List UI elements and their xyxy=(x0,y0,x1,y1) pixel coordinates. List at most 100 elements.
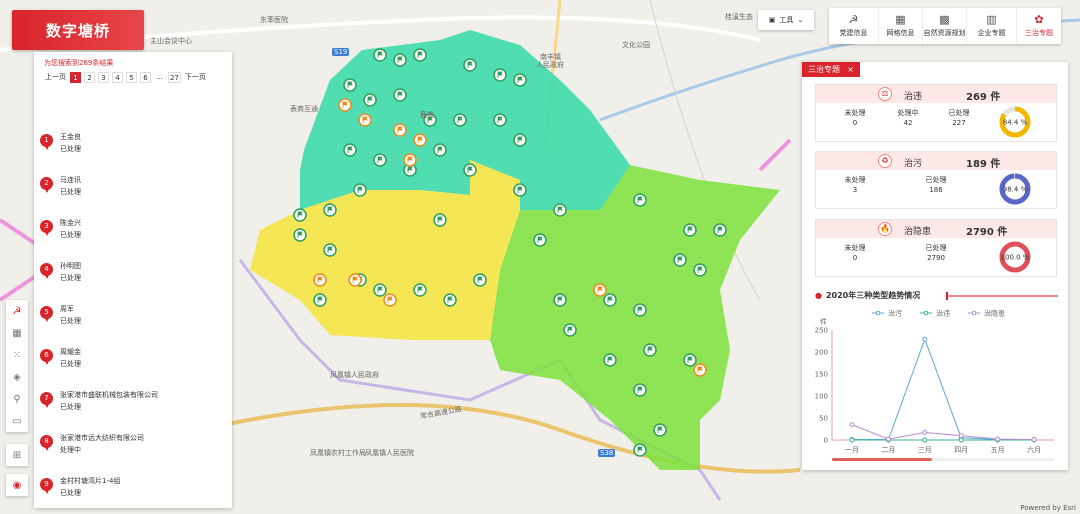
list-item[interactable]: 6 周耀金 已处理 xyxy=(40,345,226,388)
x-tick-label: 四月 xyxy=(954,446,968,454)
result-name: 周耀金 xyxy=(60,348,81,356)
highway-shield: S38 xyxy=(598,449,616,457)
map-pin-icon: 2 xyxy=(40,177,54,195)
tools-dropdown[interactable]: ▣ 工具 ⌄ xyxy=(758,10,814,30)
list-item[interactable]: 1 王金良已处理 xyxy=(40,130,226,173)
page-button[interactable]: 3 xyxy=(98,72,109,83)
map-pin-icon: 7 xyxy=(40,392,54,410)
legend-marker xyxy=(923,310,929,316)
nav-three-governance[interactable]: ✿ 三治专题 xyxy=(1017,8,1061,44)
results-summary: 为您搜索到269条结果 xyxy=(44,59,114,67)
result-name: 王金良 xyxy=(60,133,81,141)
result-name: 周军 xyxy=(60,305,74,313)
data-point xyxy=(958,433,964,439)
stat-sub: 已处理 2790 xyxy=(925,244,947,262)
list-item[interactable]: 4 孙明图 已处理 xyxy=(40,259,226,302)
nav-enterprise[interactable]: ▥ 企业专题 xyxy=(967,8,1017,44)
result-status: 已处理 xyxy=(60,317,81,325)
prev-page-button[interactable]: 上一页 xyxy=(44,72,67,83)
nav-grid-info[interactable]: ▦ 网格信息 xyxy=(879,8,923,44)
y-tick-label: 50 xyxy=(819,415,828,423)
violation-icon: ⚖ xyxy=(878,87,892,101)
bus-icon[interactable]: ▭ xyxy=(6,410,28,432)
list-item[interactable]: 8 张家港市远大纺织有限公司 处理中 xyxy=(40,431,226,474)
stat-sub: 未处理 0 xyxy=(844,109,866,127)
nav-party-info[interactable]: ☭ 党建信息 xyxy=(829,8,879,44)
data-point xyxy=(922,430,928,436)
panel-tab[interactable]: 三治专题 × xyxy=(802,62,860,77)
page-button[interactable]: 4 xyxy=(112,72,123,83)
chart-scroll-thumb xyxy=(832,458,932,461)
progress-ring: 84.4 % xyxy=(999,106,1031,138)
map-label: 表商互通 xyxy=(290,105,318,113)
party-tool-icon[interactable]: ☭ xyxy=(6,300,28,322)
map-pin-icon: 5 xyxy=(40,306,54,324)
three-governance-icon: ✿ xyxy=(1034,13,1044,26)
result-name: 张家港市盛联机械包装有限公司 xyxy=(60,391,158,399)
list-item[interactable]: 2 马连讯 已处理 xyxy=(40,173,226,216)
map-pin-icon: 1 xyxy=(40,134,54,152)
stat-total: 189 件 xyxy=(966,159,1001,170)
stat-sub: 处理中 42 xyxy=(897,109,919,127)
list-item[interactable]: 9 金村村塘湾片1-4组 已处理 xyxy=(40,474,226,514)
stat-sub: 未处理 0 xyxy=(844,244,866,262)
result-status: 已处理 xyxy=(60,403,81,411)
location-icon[interactable]: ⚲ xyxy=(6,388,28,410)
map-label: 文化公园 xyxy=(622,41,650,49)
map-label: 凤凰镇人民医院 xyxy=(365,449,414,457)
layers-icon[interactable]: ◈ xyxy=(6,366,28,388)
pagination: 上一页 1 2 3 4 5 6 ... 27 下一页 xyxy=(44,72,207,83)
x-tick-label: 二月 xyxy=(881,446,895,454)
ring-label: 100.0 % xyxy=(1001,254,1030,262)
series-line xyxy=(851,424,1035,441)
result-status: 已处理 xyxy=(60,145,81,153)
y-tick-label: 250 xyxy=(815,327,828,335)
stat-sub: 已处理 227 xyxy=(948,109,970,127)
list-item[interactable]: 7 张家港市盛联机械包装有限公司 已处理 xyxy=(40,388,226,431)
progress-ring: 100.0 % xyxy=(999,241,1031,273)
y-axis-label: 件 xyxy=(820,317,827,326)
ring-label: 84.4 % xyxy=(1003,119,1028,127)
result-status: 已处理 xyxy=(60,274,81,282)
data-point xyxy=(849,437,855,443)
stat-name: 治污 xyxy=(904,159,923,169)
stat-total: 269 件 xyxy=(966,92,1001,103)
result-status: 已处理 xyxy=(60,360,81,368)
result-name: 马连讯 xyxy=(60,176,81,184)
enterprise-icon: ▥ xyxy=(986,13,997,26)
dots-grid-icon[interactable]: ⁙ xyxy=(6,344,28,366)
nav-label: 自然资源规划 xyxy=(923,29,966,37)
fullscreen-icon[interactable]: ⊞ xyxy=(6,444,28,466)
page-button[interactable]: 2 xyxy=(84,72,95,83)
page-button[interactable]: 27 xyxy=(168,72,181,83)
map-pin-icon: 4 xyxy=(40,263,54,281)
result-status: 已处理 xyxy=(60,489,81,497)
result-name: 张家港市远大纺织有限公司 xyxy=(60,434,144,442)
result-name: 金村村塘湾片1-4组 xyxy=(60,477,121,485)
nav-label: 企业专题 xyxy=(977,29,1006,37)
nav-label: 网格信息 xyxy=(886,29,915,37)
stat-sub: 未处理 3 xyxy=(844,176,866,194)
nav-label: 党建信息 xyxy=(839,29,868,37)
stat-card-violation: ⚖ 治违 269 件 未处理 0 处理中 42 已处理 227 84.4 % xyxy=(815,84,1057,142)
nav-natural-resources[interactable]: ▩ 自然资源规划 xyxy=(923,8,967,44)
result-status: 处理中 xyxy=(60,446,81,454)
map-label: 鹿苑 xyxy=(420,111,434,119)
grid-tool-icon[interactable]: ▦ xyxy=(6,322,28,344)
page-button[interactable]: 5 xyxy=(126,72,137,83)
map-tool-strip: ☭ ▦ ⁙ ◈ ⚲ ▭ xyxy=(6,300,28,432)
list-item[interactable]: 3 陈金兴 已处理 xyxy=(40,216,226,259)
data-point xyxy=(995,436,1001,442)
next-page-button[interactable]: 下一页 xyxy=(184,72,207,83)
list-item[interactable]: 5 周军已处理 xyxy=(40,302,226,345)
globe-icon[interactable]: ◉ xyxy=(6,474,28,496)
page-button[interactable]: 6 xyxy=(140,72,151,83)
tools-label: 工具 xyxy=(779,16,794,24)
result-status: 已处理 xyxy=(60,231,81,239)
page-button[interactable]: 1 xyxy=(70,72,81,83)
map-label: 凤凰镇人民政府 xyxy=(330,371,379,379)
close-icon[interactable]: × xyxy=(847,62,854,77)
data-point xyxy=(958,437,964,443)
search-results-panel: 为您搜索到269条结果 上一页 1 2 3 4 5 6 ... 27 下一页 1… xyxy=(34,52,232,508)
chart-title-divider xyxy=(946,292,1058,300)
